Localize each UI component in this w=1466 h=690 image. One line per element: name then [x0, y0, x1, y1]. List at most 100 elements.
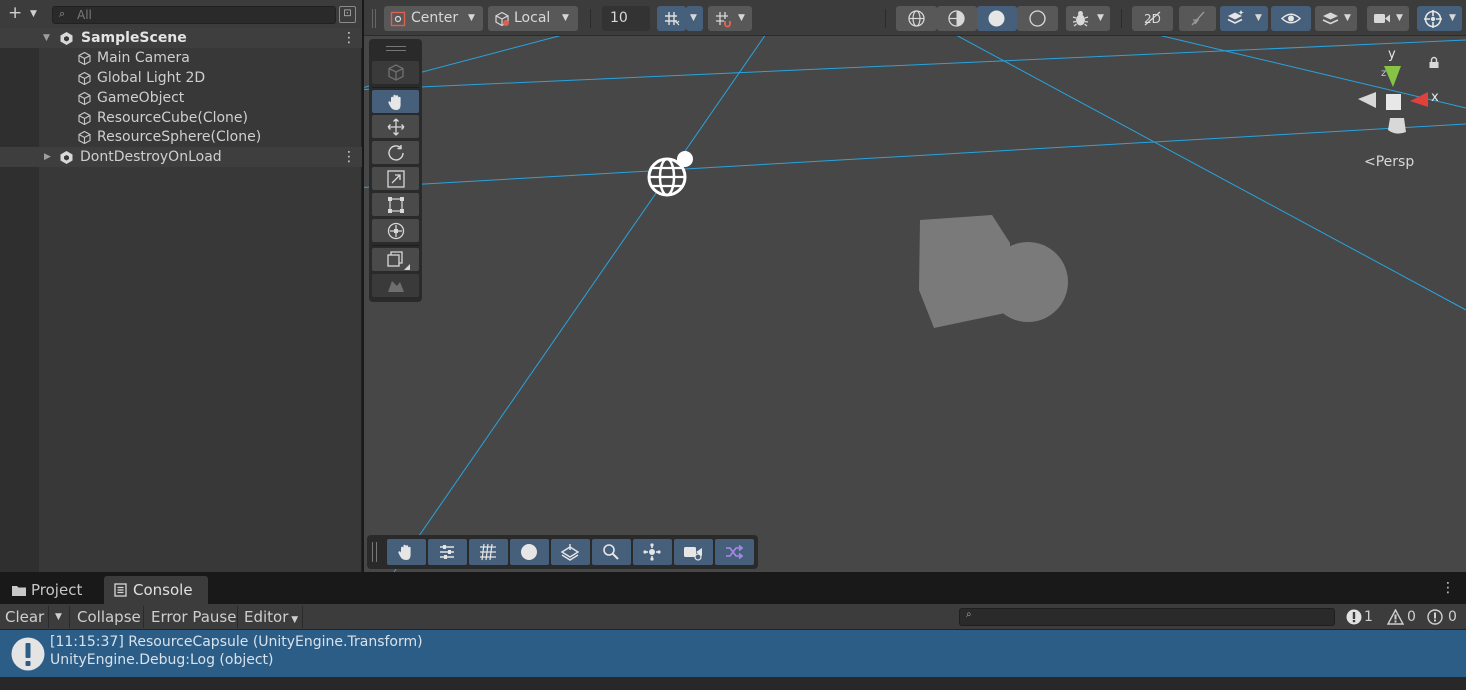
scene-orientation-icon [643, 543, 661, 561]
tab-project[interactable]: Project [0, 576, 98, 604]
layers-dropdown[interactable]: ▼ [1315, 6, 1357, 31]
grid-visibility-button[interactable] [657, 6, 686, 31]
grid-snap-value-field[interactable]: 10 [602, 6, 650, 31]
scene-grid [364, 36, 1466, 572]
hierarchy-item-label: ResourceSphere(Clone) [97, 129, 262, 145]
layers-icon [1322, 12, 1339, 25]
hierarchy-item-main-camera[interactable]: Main Camera [0, 48, 362, 68]
camera-settings-dropdown[interactable]: ▼ [1367, 6, 1409, 31]
overlay-effects-button[interactable] [551, 539, 590, 565]
overlay-shuffle-button[interactable] [715, 539, 754, 565]
gameobject-cube-icon [78, 71, 91, 86]
error-filter-toggle[interactable]: 0 [1427, 606, 1463, 628]
search-by-type-button[interactable]: ⊡ [339, 6, 356, 23]
overlay-drag-handle[interactable] [386, 46, 406, 51]
toolbar-separator [590, 9, 591, 28]
hierarchy-item-samplescene[interactable]: ▼ SampleScene ⋮ [0, 28, 362, 48]
overlay-orientation-button[interactable] [633, 539, 672, 565]
warning-filter-toggle[interactable]: 0 [1386, 606, 1422, 628]
draw-mode-unlit-button[interactable] [1017, 6, 1058, 31]
lock-icon[interactable] [1428, 56, 1440, 69]
console-log-entry[interactable]: [11:15:37] ResourceCapsule (UnityEngine.… [0, 630, 1466, 677]
tab-label: Project [31, 581, 83, 599]
tab-console[interactable]: Console [104, 576, 208, 604]
pivot-mode-dropdown[interactable]: Center ▼ [384, 6, 483, 31]
hierarchy-item-resourcesphere[interactable]: ResourceSphere(Clone) [0, 127, 362, 147]
add-object-button[interactable]: + ▼ [4, 5, 40, 23]
toggle-2d-button[interactable]: 2D [1132, 6, 1173, 31]
orientation-gizmo[interactable]: y x z [1348, 44, 1458, 144]
rotate-tool-button[interactable] [372, 141, 419, 164]
overlay-hand-button[interactable] [387, 539, 426, 565]
overlay-shading-button[interactable] [510, 539, 549, 565]
hand-icon [398, 544, 411, 560]
console-search-input[interactable]: ⌕ [959, 608, 1335, 626]
pivot-center-icon [390, 11, 406, 27]
bottom-panel-tabs: Project Console ⋮ [0, 572, 1466, 604]
overlay-tool-settings-button[interactable] [428, 539, 467, 565]
editor-target-dropdown[interactable]: Editor ▼ [244, 606, 298, 628]
scene-view[interactable]: Center ▼ Local ▼ 10 ▼ ▼ ▼ ▼ ▼ ▼ ▼ y x z … [364, 0, 1466, 572]
collapse-button[interactable]: Collapse [77, 606, 141, 628]
move-tool-button[interactable] [372, 115, 419, 138]
tab-label: Console [133, 581, 193, 599]
draw-mode-shaded-button[interactable] [977, 6, 1017, 31]
hierarchy-search-input[interactable]: ⌕ All [52, 6, 336, 24]
overlay-search-button[interactable] [592, 539, 631, 565]
draw-mode-wireframe-button[interactable] [896, 6, 937, 31]
caret-down-icon: ▼ [468, 13, 475, 23]
hierarchy-item-gameobject[interactable]: GameObject [0, 88, 362, 108]
rect-transform-icon [388, 197, 404, 213]
editor-target-label: Editor [244, 608, 289, 626]
foldout-expanded-icon[interactable]: ▼ [43, 28, 50, 48]
scene-canvas[interactable] [364, 36, 1466, 572]
debug-draw-mode-button[interactable]: ▼ [1066, 6, 1110, 31]
console-toolbar: Clear ▼ Collapse Error Pause Editor ▼ ⌕ … [0, 604, 1466, 630]
projection-toggle[interactable]: <Persp [1364, 154, 1414, 170]
overlay-grid-button[interactable] [469, 539, 508, 565]
toggle-lighting-button[interactable] [1179, 6, 1216, 31]
gizmo-neg-x-cone [1358, 92, 1376, 108]
caret-down-icon: ▼ [690, 13, 697, 23]
draw-mode-shaded-wireframe-button[interactable] [937, 6, 977, 31]
grid-line [364, 39, 1466, 91]
scene-menu-icon[interactable]: ⋮ [342, 28, 356, 48]
hierarchy-item-dontdestroyonload[interactable]: ▶ DontDestroyOnLoad ⋮ [0, 147, 362, 167]
log-message: [11:15:37] ResourceCapsule (UnityEngine.… [50, 634, 423, 650]
hand-tool-button[interactable] [372, 90, 419, 113]
toolbar-drag-handle[interactable] [372, 9, 376, 28]
scene-effects-button[interactable]: ▼ [1220, 6, 1268, 31]
view-tool-button[interactable] [372, 61, 419, 84]
pivot-mode-label: Center [411, 10, 459, 26]
caret-down-icon: ▼ [1396, 13, 1403, 23]
caret-down-icon: ▼ [288, 615, 299, 625]
scene-visibility-button[interactable] [1271, 6, 1311, 31]
sprite-shape-tool-button[interactable] [372, 274, 419, 297]
hierarchy-item-global-light-2d[interactable]: Global Light 2D [0, 68, 362, 88]
pivot-rotation-dropdown[interactable]: Local ▼ [488, 6, 578, 31]
panel-menu-icon[interactable]: ⋮ [1441, 580, 1455, 596]
clear-button[interactable]: Clear [5, 606, 44, 628]
overlay-cameras-button[interactable] [674, 539, 713, 565]
unity-scene-icon [60, 32, 73, 45]
custom-tools-button[interactable] [372, 248, 419, 271]
info-filter-toggle[interactable]: 1 [1344, 606, 1380, 628]
scale-tool-button[interactable] [372, 167, 419, 190]
clear-options-dropdown[interactable]: ▼ [55, 606, 62, 628]
search-icon: ⌕ [59, 7, 66, 20]
grid-snapping-button[interactable]: ▼ [708, 6, 752, 31]
error-pause-button[interactable]: Error Pause [151, 606, 236, 628]
grid-options-dropdown[interactable]: ▼ [686, 6, 703, 31]
transform-tool-button[interactable] [372, 219, 419, 242]
overlay-drag-handle[interactable] [372, 542, 377, 562]
scene-menu-icon[interactable]: ⋮ [342, 147, 356, 167]
wireframe-sphere-icon [908, 10, 925, 27]
foldout-collapsed-icon[interactable]: ▶ [44, 147, 51, 167]
rect-tool-button[interactable] [372, 193, 419, 216]
hierarchy-item-label: SampleScene [81, 30, 187, 46]
gizmo-x-axis-cone [1410, 92, 1428, 107]
gizmos-dropdown[interactable]: ▼ [1417, 6, 1462, 31]
hierarchy-item-resourcecube[interactable]: ResourceCube(Clone) [0, 108, 362, 128]
search-type-icon: ⊡ [343, 8, 352, 19]
search-icon [603, 544, 619, 560]
